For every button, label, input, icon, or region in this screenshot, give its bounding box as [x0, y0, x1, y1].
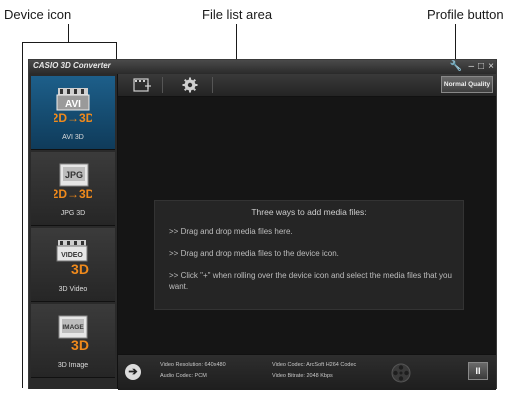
file-list-area[interactable]: Three ways to add media files: >> Drag a…	[118, 97, 496, 354]
3d-image-icon: IMAGE 3D	[58, 315, 89, 352]
svg-text:2D→3D: 2D→3D	[54, 187, 92, 200]
toolbar-divider	[212, 77, 213, 93]
svg-text:JPG: JPG	[65, 170, 83, 180]
device-bracket-top	[69, 42, 116, 43]
video-resolution: Video Resolution: 640x480	[160, 362, 226, 368]
3d-video-icon: VIDEO 3D	[56, 240, 89, 276]
status-bar: ➔ Video Resolution: 640x480 Audio Codec:…	[118, 354, 496, 390]
device-label: AVI 3D	[62, 134, 84, 141]
instruction-line: >> Drag and drop media files here.	[169, 227, 293, 236]
settings-wrench-icon[interactable]: 🔧	[450, 60, 462, 73]
title-bar: CASIO 3D Converter 🔧 – □ ×	[29, 60, 496, 74]
device-leader-line	[68, 24, 69, 42]
arrow-right-icon[interactable]: ➔	[125, 364, 141, 380]
app-window: CASIO 3D Converter 🔧 – □ × AVI 2D→3D AVI…	[28, 59, 497, 390]
gear-icon[interactable]	[176, 76, 204, 94]
toolbar-divider	[162, 77, 163, 93]
device-3d-image[interactable]: IMAGE 3D 3D Image	[31, 304, 115, 378]
app-title: CASIO 3D Converter	[33, 61, 111, 70]
device-avi-3d[interactable]: AVI 2D→3D AVI 3D	[31, 76, 115, 150]
svg-text:2D→3D: 2D→3D	[54, 111, 92, 124]
maximize-button[interactable]: □	[478, 60, 484, 73]
pause-button[interactable]: II	[468, 362, 488, 380]
instruction-line: >> Drag and drop media files to the devi…	[169, 249, 339, 258]
device-bracket-left	[22, 42, 23, 388]
audio-codec: Audio Codec: PCM	[160, 373, 207, 379]
svg-text:AVI: AVI	[65, 99, 81, 110]
svg-text:VIDEO: VIDEO	[61, 252, 83, 259]
device-label: 3D Video	[58, 286, 88, 293]
device-leader-bracket	[22, 42, 69, 43]
device-jpg-3d[interactable]: JPG 2D→3D JPG 3D	[31, 152, 115, 226]
svg-text:3D: 3D	[71, 337, 89, 352]
add-media-instructions: Three ways to add media files: >> Drag a…	[154, 200, 464, 310]
device-label: JPG 3D	[60, 210, 86, 217]
instructions-title: Three ways to add media files:	[251, 207, 367, 217]
film-reel-icon	[391, 363, 411, 383]
profile-button-callout: Profile button	[427, 7, 504, 22]
device-label: 3D Image	[57, 362, 89, 369]
svg-text:IMAGE: IMAGE	[62, 324, 84, 331]
jpg-3d-icon: JPG 2D→3D	[54, 163, 92, 200]
toolbar: Normal Quality	[118, 74, 496, 97]
device-sidebar: AVI 2D→3D AVI 3D JPG 2D→3D JPG 3D VIDEO …	[29, 74, 118, 389]
minimize-button[interactable]: –	[468, 60, 474, 73]
profile-button[interactable]: Normal Quality	[441, 76, 493, 93]
video-codec: Video Codec: ArcSoft H264 Codec	[272, 362, 357, 368]
device-3d-video[interactable]: VIDEO 3D 3D Video	[31, 228, 115, 302]
svg-text:3D: 3D	[71, 261, 89, 276]
device-icon-callout: Device icon	[4, 7, 72, 22]
film-add-icon[interactable]	[128, 76, 156, 94]
instruction-line: >> Click "+" when rolling over the devic…	[169, 271, 452, 291]
video-bitrate: Video Bitrate: 2048 Kbps	[272, 373, 333, 379]
close-button[interactable]: ×	[488, 60, 494, 73]
file-list-area-callout: File list area	[202, 7, 273, 22]
avi-3d-icon: AVI 2D→3D	[54, 88, 92, 124]
